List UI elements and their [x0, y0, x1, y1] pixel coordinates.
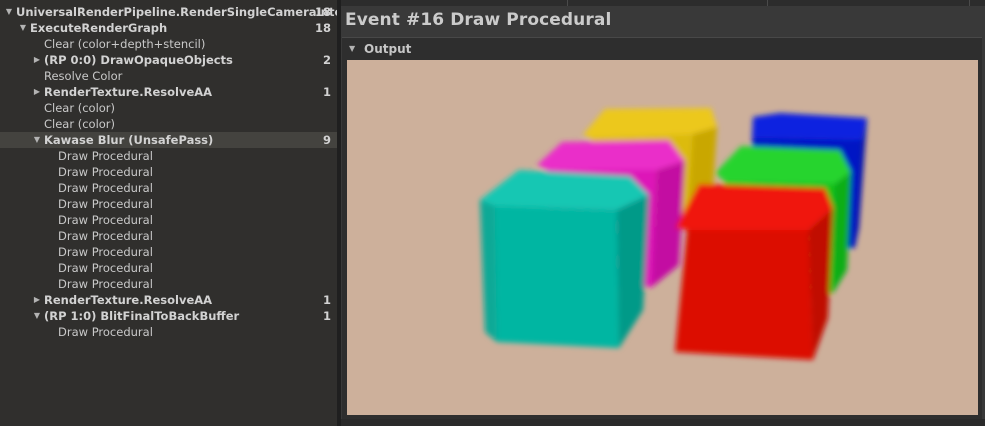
tree-row[interactable]: Draw Procedural	[0, 164, 337, 180]
triangle-right-icon[interactable]: ▶	[32, 292, 42, 308]
toolbar-divider	[767, 0, 768, 6]
tree-row[interactable]: Clear (color)	[0, 100, 337, 116]
tree-row-label: Draw Procedural	[58, 325, 153, 339]
tree-row-label: Clear (color)	[44, 101, 116, 115]
tree-row[interactable]: ▼ (RP 1:0) BlitFinalToBackBuffer 1	[0, 308, 337, 324]
tree-row-label: Draw Procedural	[58, 149, 153, 163]
tree-row[interactable]: Draw Procedural	[0, 260, 337, 276]
tree-row-label: Resolve Color	[44, 69, 123, 83]
tree-row-label: Draw Procedural	[58, 165, 153, 179]
tree-row-label: UniversalRenderPipeline.RenderSingleCame…	[16, 5, 337, 19]
output-label: Output	[364, 42, 412, 56]
tree-row[interactable]: Draw Procedural	[0, 244, 337, 260]
tree-row-label: RenderTexture.ResolveAA	[44, 85, 213, 99]
tree-row-count: 1	[322, 85, 331, 99]
tree-row-label: Draw Procedural	[58, 213, 153, 227]
triangle-right-icon[interactable]: ▶	[32, 52, 42, 68]
tree-row-label: (RP 0:0) DrawOpaqueObjects	[44, 53, 233, 67]
tree-row-count: 1	[322, 309, 331, 323]
tree-row[interactable]: ▼ Kawase Blur (UnsafePass) 9	[0, 132, 337, 148]
tree-row-count: 9	[322, 133, 331, 147]
tree-row[interactable]: Draw Procedural	[0, 324, 337, 340]
tree-row-label: RenderTexture.ResolveAA	[44, 293, 213, 307]
tree-row[interactable]: ▶ RenderTexture.ResolveAA 1	[0, 292, 337, 308]
tree-row[interactable]: Clear (color+depth+stencil)	[0, 36, 337, 52]
tree-row-count: 18	[314, 5, 331, 19]
triangle-down-icon[interactable]: ▼	[32, 308, 42, 324]
tree-row-label: Draw Procedural	[58, 181, 153, 195]
tree-row[interactable]: Clear (color)	[0, 116, 337, 132]
tree-row[interactable]: Draw Procedural	[0, 180, 337, 196]
tree-row-label: Draw Procedural	[58, 197, 153, 211]
tree-row-label: Draw Procedural	[58, 229, 153, 243]
tree-row[interactable]: ▶ RenderTexture.ResolveAA 1	[0, 84, 337, 100]
toolbar-divider	[567, 0, 568, 6]
triangle-down-icon[interactable]: ▼	[32, 132, 42, 148]
teal-cube	[480, 170, 649, 348]
triangle-right-icon[interactable]: ▶	[32, 84, 42, 100]
tree-row[interactable]: Draw Procedural	[0, 228, 337, 244]
triangle-down-icon[interactable]: ▼	[18, 20, 28, 36]
tree-row-label: Kawase Blur (UnsafePass)	[44, 133, 214, 147]
event-detail-panel: Event #16 Draw Procedural ▼ Output	[341, 0, 985, 426]
tree-row-label: ExecuteRenderGraph	[30, 21, 168, 35]
tree-row-label: Clear (color+depth+stencil)	[44, 37, 206, 51]
detail-footer	[341, 419, 985, 426]
tree-row-label: Draw Procedural	[58, 277, 153, 291]
toolbar-divider	[969, 0, 970, 6]
triangle-down-icon[interactable]: ▼	[4, 4, 14, 20]
tree-row[interactable]: ▼ ExecuteRenderGraph 18	[0, 20, 337, 36]
tree-row-label: Draw Procedural	[58, 245, 153, 259]
tree-row[interactable]: Draw Procedural	[0, 212, 337, 228]
tree-row-count: 1	[322, 293, 331, 307]
tree-row[interactable]: Draw Procedural	[0, 276, 337, 292]
event-hierarchy-tree: ▼ UniversalRenderPipeline.RenderSingleCam…	[0, 0, 337, 426]
tree-row-label: Clear (color)	[44, 117, 116, 131]
tree-row-label: Draw Procedural	[58, 261, 153, 275]
triangle-down-icon: ▼	[349, 44, 356, 53]
red-cube	[675, 184, 833, 360]
tree-row-count: 18	[314, 21, 331, 35]
tree-row[interactable]: Draw Procedural	[0, 148, 337, 164]
event-title: Event #16 Draw Procedural	[345, 10, 612, 30]
detail-toolbar	[341, 0, 985, 6]
tree-row[interactable]: Resolve Color	[0, 68, 337, 84]
output-section: ▼ Output	[342, 37, 982, 420]
tree-row[interactable]: ▼ UniversalRenderPipeline.RenderSingleCam…	[0, 4, 337, 20]
tree-row[interactable]: Draw Procedural	[0, 196, 337, 212]
tree-row-count: 2	[322, 53, 331, 67]
tree-row[interactable]: ▶ (RP 0:0) DrawOpaqueObjects 2	[0, 52, 337, 68]
blurred-cubes-render	[480, 108, 867, 360]
output-texture-preview	[347, 60, 978, 415]
tree-row-label: (RP 1:0) BlitFinalToBackBuffer	[44, 309, 240, 323]
